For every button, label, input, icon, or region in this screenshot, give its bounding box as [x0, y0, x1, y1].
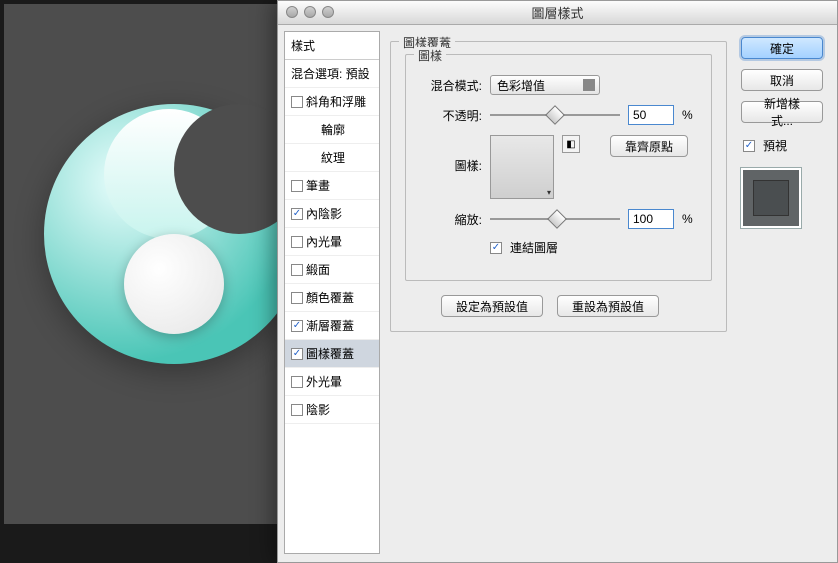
styles-header[interactable]: 樣式: [285, 32, 379, 60]
stroke-item[interactable]: 筆畫: [285, 172, 379, 200]
blend-options-item[interactable]: 混合選項: 預設: [285, 60, 379, 88]
pattern-overlay-fieldset: 圖樣覆蓋 圖樣 混合模式: 色彩增值 ▴▾ 不透明:: [390, 41, 727, 332]
inner-glow-label: 內光暈: [306, 233, 342, 250]
drop-shadow-item[interactable]: 陰影: [285, 396, 379, 424]
window-zoom-icon[interactable]: [322, 6, 334, 18]
scale-slider[interactable]: [490, 212, 620, 226]
contour-item[interactable]: 輪廓: [285, 116, 379, 144]
gradient-overlay-label: 漸層覆蓋: [306, 317, 354, 334]
opacity-slider[interactable]: [490, 108, 620, 122]
satin-item[interactable]: 緞面: [285, 256, 379, 284]
dialog-title: 圖層樣式: [531, 3, 583, 22]
cancel-button[interactable]: 取消: [741, 69, 823, 91]
blend-mode-value: 色彩增值: [497, 77, 545, 94]
blend-mode-label: 混合模式:: [420, 77, 482, 94]
pattern-label: 圖樣:: [420, 135, 482, 174]
texture-label: 紋理: [321, 149, 345, 166]
ok-button[interactable]: 確定: [741, 37, 823, 59]
satin-checkbox[interactable]: [291, 264, 303, 276]
yin-yang-artwork: [44, 104, 304, 364]
inner-glow-checkbox[interactable]: [291, 236, 303, 248]
settings-panel: 圖樣覆蓋 圖樣 混合模式: 色彩增值 ▴▾ 不透明:: [384, 31, 733, 554]
drop-shadow-checkbox[interactable]: [291, 404, 303, 416]
satin-label: 緞面: [306, 261, 330, 278]
contour-label: 輪廓: [321, 121, 345, 138]
outer-glow-checkbox[interactable]: [291, 376, 303, 388]
dialog-button-column: 確定 取消 新增樣式... 預視: [737, 31, 829, 554]
stroke-checkbox[interactable]: [291, 180, 303, 192]
opacity-unit: %: [682, 108, 693, 122]
chevron-updown-icon: ▴▾: [589, 79, 593, 91]
stroke-label: 筆畫: [306, 177, 330, 194]
pattern-group: 圖樣 混合模式: 色彩增值 ▴▾ 不透明:: [405, 54, 712, 281]
yin-yang-dot: [124, 234, 224, 334]
preview-label: 預視: [763, 137, 787, 154]
inner-shadow-item[interactable]: 內陰影: [285, 200, 379, 228]
bevel-label: 斜角和浮雕: [306, 93, 366, 110]
scale-label: 縮放:: [420, 211, 482, 228]
new-preset-icon[interactable]: ◧: [562, 135, 580, 153]
scale-input[interactable]: [628, 209, 674, 229]
preview-swatch-inner: [753, 180, 789, 216]
new-style-button[interactable]: 新增樣式...: [741, 101, 823, 123]
link-layer-checkbox[interactable]: [490, 242, 502, 254]
color-overlay-label: 顏色覆蓋: [306, 289, 354, 306]
pattern-overlay-label: 圖樣覆蓋: [306, 345, 354, 362]
layer-style-dialog: 圖層樣式 樣式 混合選項: 預設 斜角和浮雕 輪廓 紋理 筆畫: [277, 0, 838, 563]
pattern-overlay-item[interactable]: 圖樣覆蓋: [285, 340, 379, 368]
preview-swatch: [741, 168, 801, 228]
inner-shadow-checkbox[interactable]: [291, 208, 303, 220]
bevel-item[interactable]: 斜角和浮雕: [285, 88, 379, 116]
pattern-swatch[interactable]: ▾: [490, 135, 554, 199]
color-overlay-item[interactable]: 顏色覆蓋: [285, 284, 379, 312]
texture-item[interactable]: 紋理: [285, 144, 379, 172]
blend-mode-dropdown[interactable]: 色彩增值 ▴▾: [490, 75, 600, 95]
gradient-overlay-checkbox[interactable]: [291, 320, 303, 332]
pattern-group-title: 圖樣: [414, 47, 446, 64]
window-close-icon[interactable]: [286, 6, 298, 18]
scale-unit: %: [682, 212, 693, 226]
inner-glow-item[interactable]: 內光暈: [285, 228, 379, 256]
pattern-overlay-checkbox[interactable]: [291, 348, 303, 360]
window-minimize-icon[interactable]: [304, 6, 316, 18]
link-layer-label: 連結圖層: [510, 239, 558, 256]
inner-shadow-label: 內陰影: [306, 205, 342, 222]
color-overlay-checkbox[interactable]: [291, 292, 303, 304]
make-default-button[interactable]: 設定為預設值: [441, 295, 543, 317]
reset-default-button[interactable]: 重設為預設值: [557, 295, 659, 317]
chevron-down-icon: ▾: [547, 188, 551, 197]
outer-glow-label: 外光暈: [306, 373, 342, 390]
blend-options-label: 混合選項: 預設: [291, 65, 370, 82]
outer-glow-item[interactable]: 外光暈: [285, 368, 379, 396]
opacity-input[interactable]: [628, 105, 674, 125]
gradient-overlay-item[interactable]: 漸層覆蓋: [285, 312, 379, 340]
preview-checkbox[interactable]: [743, 140, 755, 152]
opacity-label: 不透明:: [420, 107, 482, 124]
dialog-titlebar[interactable]: 圖層樣式: [278, 1, 837, 25]
bevel-checkbox[interactable]: [291, 96, 303, 108]
drop-shadow-label: 陰影: [306, 401, 330, 418]
styles-list: 樣式 混合選項: 預設 斜角和浮雕 輪廓 紋理 筆畫 內陰影: [284, 31, 380, 554]
snap-to-origin-button[interactable]: 靠齊原點: [610, 135, 688, 157]
